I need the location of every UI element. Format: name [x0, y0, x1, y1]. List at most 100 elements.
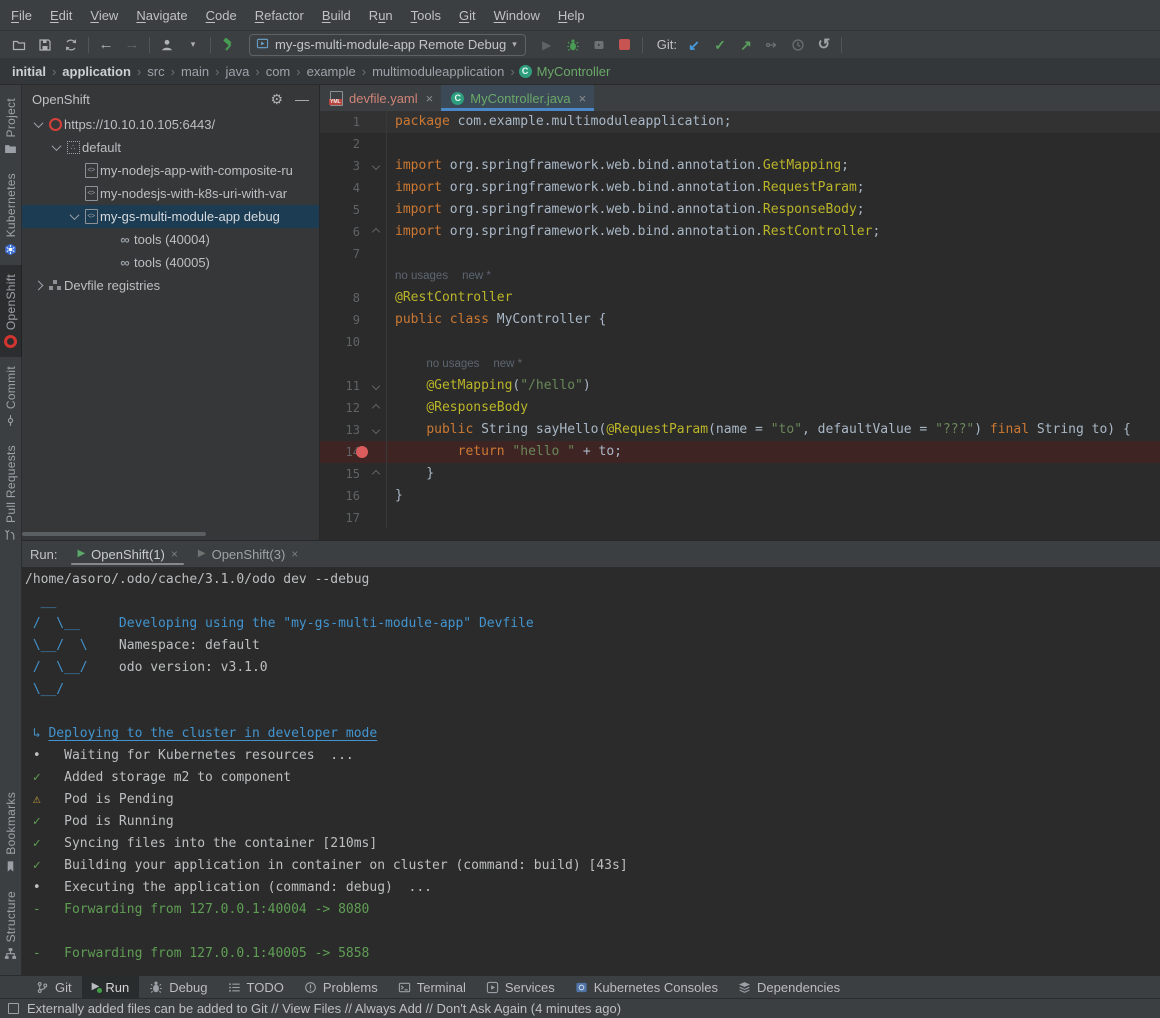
chevron-down-icon[interactable] — [33, 118, 43, 128]
gutter-line-number[interactable]: 9 — [320, 309, 366, 331]
code-area[interactable]: 1package com.example.multimoduleapplicat… — [320, 111, 1160, 529]
breadcrumb-item[interactable]: initial — [10, 64, 48, 79]
close-icon[interactable]: × — [171, 547, 178, 561]
breadcrumb-item[interactable]: multimoduleapplication — [370, 64, 506, 79]
chevron-down-icon[interactable] — [51, 141, 61, 151]
git-commit-button[interactable]: ✓ — [707, 33, 733, 57]
git-history-button[interactable] — [785, 33, 811, 57]
tree-item[interactable]: <>my-gs-multi-module-app debug — [22, 205, 319, 228]
breadcrumb-item[interactable]: java — [223, 64, 251, 79]
toolwindow-button-git[interactable]: Git — [26, 976, 82, 998]
menu-help[interactable]: Help — [549, 8, 594, 23]
forward-arrow-button[interactable]: → — [119, 33, 145, 57]
editor-tab-devfile-yaml[interactable]: YMLdevfile.yaml× — [320, 85, 441, 111]
run-play-button[interactable]: ▶ — [534, 33, 560, 57]
gutter-line-number[interactable]: 7 — [320, 243, 366, 265]
git-update-button[interactable]: ↙ — [681, 33, 707, 57]
back-arrow-button[interactable]: ← — [93, 33, 119, 57]
debug-bug-button[interactable] — [560, 33, 586, 57]
menu-view[interactable]: View — [81, 8, 127, 23]
gutter-line-number[interactable]: 4 — [320, 177, 366, 199]
tree-item[interactable]: <>my-nodejs-app-with-composite-ru — [22, 159, 319, 182]
sidebar-item-kubernetes[interactable]: Kubernetes — [0, 164, 22, 264]
gutter-line-number[interactable]: 5 — [320, 199, 366, 221]
tree-item[interactable]: ∞tools (40005) — [22, 251, 319, 274]
gutter-line-number[interactable]: 12 — [320, 397, 366, 419]
menu-git[interactable]: Git — [450, 8, 485, 23]
breadcrumb-item[interactable]: example — [305, 64, 358, 79]
breadcrumb-item[interactable]: main — [179, 64, 211, 79]
fold-up-icon[interactable] — [372, 404, 380, 412]
close-icon[interactable]: × — [579, 91, 587, 106]
save-button[interactable] — [32, 33, 58, 57]
tree-item[interactable]: Devfile registries — [22, 274, 319, 297]
fold-down-icon[interactable] — [372, 162, 380, 170]
gutter-line-number[interactable]: 16 — [320, 485, 366, 507]
menu-tools[interactable]: Tools — [402, 8, 450, 23]
gear-icon[interactable]: ⚙ — [270, 92, 283, 106]
menu-edit[interactable]: Edit — [41, 8, 81, 23]
fold-up-icon[interactable] — [372, 470, 380, 478]
git-rollback-button[interactable]: ↺ — [811, 33, 837, 57]
dropdown-caret-button[interactable]: ▾ — [180, 33, 206, 57]
sidebar-item-bookmarks[interactable]: Bookmarks — [0, 783, 22, 882]
stop-button[interactable] — [612, 33, 638, 57]
minimize-icon[interactable]: — — [295, 92, 309, 106]
open-folder-button[interactable] — [6, 33, 32, 57]
close-icon[interactable]: × — [291, 547, 298, 561]
toolwindow-button-debug[interactable]: Debug — [139, 976, 217, 998]
console-link[interactable]: Deploying to the cluster in developer mo… — [48, 726, 377, 741]
run-tab-OpenShift3[interactable]: ▶OpenShift(3)× — [188, 541, 308, 567]
sidebar-item-openshift[interactable]: OpenShift — [0, 265, 22, 357]
chevron-right-icon[interactable] — [33, 281, 43, 291]
status-message[interactable]: Externally added files can be added to G… — [27, 1001, 621, 1016]
gutter-line-number[interactable]: 15 — [320, 463, 366, 485]
menu-file[interactable]: File — [2, 8, 41, 23]
breadcrumb-item[interactable]: com — [264, 64, 293, 79]
toolwindow-button-kubernetes-consoles[interactable]: Kubernetes Consoles — [565, 976, 728, 998]
breadcrumb-class-item[interactable]: CMyController — [519, 64, 611, 79]
toolwindow-button-run[interactable]: ▶Run — [82, 976, 140, 998]
tree-item[interactable]: <>my-nodesjs-with-k8s-uri-with-var — [22, 182, 319, 205]
sidebar-item-project[interactable]: Project — [0, 89, 22, 164]
tree-item[interactable]: ∴default — [22, 136, 319, 159]
sync-button[interactable] — [58, 33, 84, 57]
menu-build[interactable]: Build — [313, 8, 360, 23]
fold-up-icon[interactable] — [372, 228, 380, 236]
tree-item[interactable]: https://10.10.10.105:6443/ — [22, 113, 319, 136]
menu-code[interactable]: Code — [197, 8, 246, 23]
run-tab-OpenShift1[interactable]: ▶OpenShift(1)× — [67, 541, 187, 567]
breadcrumb-item[interactable]: application — [60, 64, 133, 79]
usages-hint[interactable]: no usagesnew * — [395, 358, 522, 370]
build-hammer-button[interactable] — [215, 33, 241, 57]
usages-hint[interactable]: no usagesnew * — [395, 270, 491, 282]
sidebar-item-structure[interactable]: Structure — [0, 882, 22, 969]
menu-refactor[interactable]: Refactor — [246, 8, 313, 23]
fold-down-icon[interactable] — [372, 426, 380, 434]
breakpoint-icon[interactable] — [356, 446, 368, 458]
gutter-line-number[interactable]: 8 — [320, 287, 366, 309]
gutter-line-number[interactable]: 3 — [320, 155, 366, 177]
gutter-line-number[interactable]: 2 — [320, 133, 366, 155]
editor-tab-MyController-java[interactable]: CMyController.java× — [441, 85, 594, 111]
attach-button[interactable] — [586, 33, 612, 57]
run-console[interactable]: /home/asoro/.odo/cache/3.1.0/odo dev --d… — [22, 568, 1160, 965]
tree-item[interactable]: ∞tools (40004) — [22, 228, 319, 251]
git-cherry-pick-button[interactable] — [759, 33, 785, 57]
toolwindow-button-services[interactable]: Services — [476, 976, 565, 998]
fold-down-icon[interactable] — [372, 382, 380, 390]
gutter-line-number[interactable]: 6 — [320, 221, 366, 243]
gutter-line-number[interactable]: 17 — [320, 507, 366, 529]
toolwindow-button-terminal[interactable]: Terminal — [388, 976, 476, 998]
chevron-down-icon[interactable] — [69, 210, 79, 220]
gutter-line-number[interactable]: 13 — [320, 419, 366, 441]
breadcrumb-item[interactable]: src — [145, 64, 166, 79]
menu-navigate[interactable]: Navigate — [127, 8, 196, 23]
sidebar-item-pull-requests[interactable]: Pull Requests — [0, 436, 22, 550]
menu-window[interactable]: Window — [485, 8, 549, 23]
horizontal-scrollbar[interactable] — [22, 532, 206, 536]
user-button[interactable] — [154, 33, 180, 57]
toolwindow-button-problems[interactable]: Problems — [294, 976, 388, 998]
git-push-button[interactable]: ↗ — [733, 33, 759, 57]
menu-run[interactable]: Run — [360, 8, 402, 23]
